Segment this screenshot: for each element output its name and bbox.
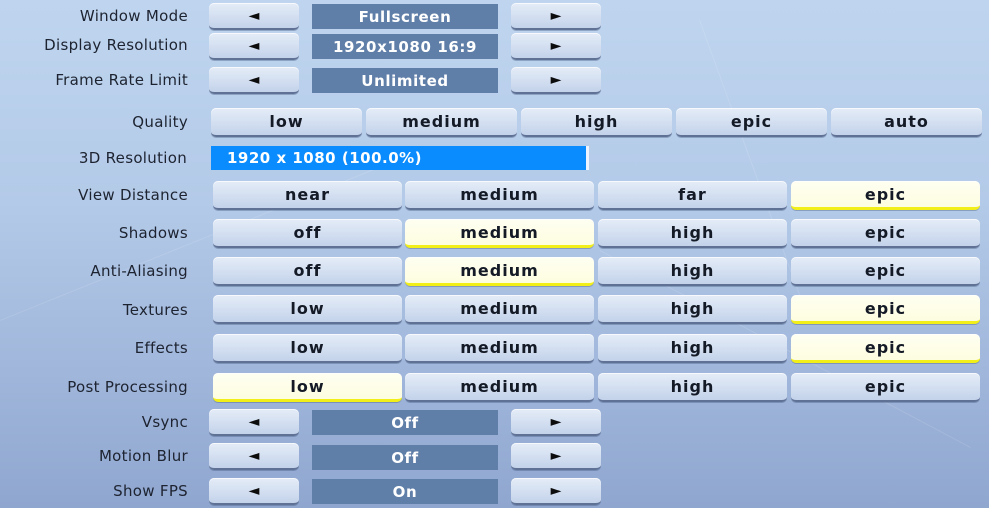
vsync-label: Vsync — [141, 413, 188, 431]
textures-low-button[interactable]: low — [213, 295, 402, 324]
view-distance-near-button[interactable]: near — [213, 181, 402, 210]
frame-rate-limit-label: Frame Rate Limit — [55, 71, 188, 89]
anti-aliasing-off-button[interactable]: off — [213, 257, 402, 286]
arrow-right-icon: ► — [550, 71, 562, 88]
vsync-value: Off — [312, 410, 498, 435]
display-resolution-next-button[interactable]: ► — [511, 33, 601, 60]
effects-low-button[interactable]: low — [213, 334, 402, 363]
motion-blur-next-button[interactable]: ► — [511, 443, 601, 470]
motion-blur-value: Off — [312, 445, 498, 470]
arrow-right-icon: ► — [550, 482, 562, 499]
window-mode-next-button[interactable]: ► — [511, 3, 601, 30]
window-mode-prev-button[interactable]: ◄ — [209, 3, 299, 30]
arrow-left-icon: ◄ — [248, 413, 260, 430]
post-processing-low-button[interactable]: low — [213, 373, 402, 402]
show-fps-next-button[interactable]: ► — [511, 478, 601, 505]
post-processing-medium-button[interactable]: medium — [405, 373, 594, 402]
quality-high-button[interactable]: high — [521, 108, 672, 137]
anti-aliasing-medium-button[interactable]: medium — [405, 257, 594, 286]
arrow-left-icon: ◄ — [248, 71, 260, 88]
view-distance-label: View Distance — [78, 186, 188, 204]
frame-rate-limit-prev-button[interactable]: ◄ — [209, 67, 299, 94]
quality-auto-button[interactable]: auto — [831, 108, 982, 137]
textures-epic-button[interactable]: epic — [791, 295, 980, 324]
arrow-right-icon: ► — [550, 413, 562, 430]
anti-aliasing-label: Anti-Aliasing — [90, 262, 188, 280]
show-fps-label: Show FPS — [113, 482, 188, 500]
frame-rate-limit-value: Unlimited — [312, 68, 498, 93]
textures-label: Textures — [122, 301, 188, 319]
frame-rate-limit-next-button[interactable]: ► — [511, 67, 601, 94]
arrow-right-icon: ► — [550, 7, 562, 24]
arrow-right-icon: ► — [550, 447, 562, 464]
post-processing-epic-button[interactable]: epic — [791, 373, 980, 402]
arrow-right-icon: ► — [550, 37, 562, 54]
vsync-prev-button[interactable]: ◄ — [209, 409, 299, 436]
post-processing-high-button[interactable]: high — [598, 373, 787, 402]
anti-aliasing-epic-button[interactable]: epic — [791, 257, 980, 286]
resolution-3d-label: 3D Resolution — [78, 149, 187, 167]
resolution-3d-value: 1920 x 1080 (100.0%) — [227, 149, 423, 167]
shadows-off-button[interactable]: off — [213, 219, 402, 248]
arrow-left-icon: ◄ — [248, 7, 260, 24]
effects-epic-button[interactable]: epic — [791, 334, 980, 363]
motion-blur-prev-button[interactable]: ◄ — [209, 443, 299, 470]
anti-aliasing-high-button[interactable]: high — [598, 257, 787, 286]
show-fps-prev-button[interactable]: ◄ — [209, 478, 299, 505]
textures-medium-button[interactable]: medium — [405, 295, 594, 324]
view-distance-far-button[interactable]: far — [598, 181, 787, 210]
arrow-left-icon: ◄ — [248, 447, 260, 464]
show-fps-value: On — [312, 479, 498, 504]
quality-low-button[interactable]: low — [211, 108, 362, 137]
shadows-medium-button[interactable]: medium — [405, 219, 594, 248]
post-processing-label: Post Processing — [67, 378, 188, 396]
motion-blur-label: Motion Blur — [98, 447, 188, 465]
arrow-left-icon: ◄ — [248, 37, 260, 54]
resolution-3d-slider[interactable]: 1920 x 1080 (100.0%) — [211, 146, 589, 170]
textures-high-button[interactable]: high — [598, 295, 787, 324]
display-resolution-prev-button[interactable]: ◄ — [209, 33, 299, 60]
quality-label: Quality — [132, 113, 188, 131]
display-resolution-value: 1920x1080 16:9 — [312, 34, 498, 59]
shadows-epic-button[interactable]: epic — [791, 219, 980, 248]
arrow-left-icon: ◄ — [248, 482, 260, 499]
quality-medium-button[interactable]: medium — [366, 108, 517, 137]
window-mode-value: Fullscreen — [312, 4, 498, 29]
display-resolution-label: Display Resolution — [44, 36, 188, 54]
view-distance-medium-button[interactable]: medium — [405, 181, 594, 210]
quality-epic-button[interactable]: epic — [676, 108, 827, 137]
effects-medium-button[interactable]: medium — [405, 334, 594, 363]
effects-high-button[interactable]: high — [598, 334, 787, 363]
shadows-label: Shadows — [118, 224, 188, 242]
window-mode-label: Window Mode — [79, 7, 188, 25]
vsync-next-button[interactable]: ► — [511, 409, 601, 436]
view-distance-epic-button[interactable]: epic — [791, 181, 980, 210]
effects-label: Effects — [134, 339, 188, 357]
shadows-high-button[interactable]: high — [598, 219, 787, 248]
